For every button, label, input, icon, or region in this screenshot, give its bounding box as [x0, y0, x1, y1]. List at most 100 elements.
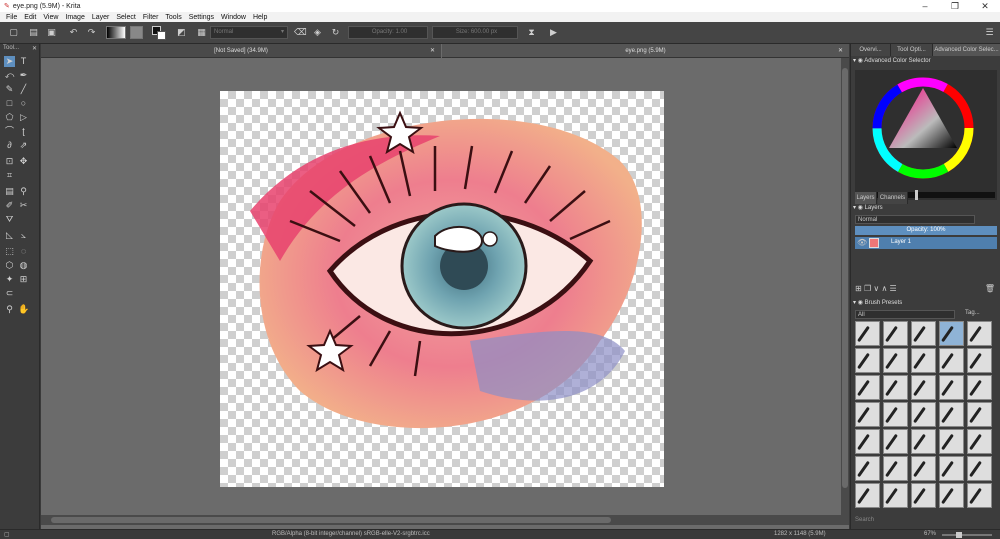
brush-tag-button[interactable]: Tag... — [965, 310, 980, 316]
brush-preset-tile[interactable] — [939, 321, 964, 346]
tab-not-saved[interactable]: [Not Saved] (34.9M) ✕ — [41, 44, 441, 58]
color-swatches[interactable] — [152, 26, 166, 40]
menu-image[interactable]: Image — [65, 14, 84, 21]
add-layer-icon[interactable]: ⊞ — [855, 284, 862, 293]
brush-filter-select[interactable]: All — [855, 310, 955, 319]
menu-file[interactable]: File — [6, 14, 17, 21]
select-shapes-tool-icon[interactable]: ➤ — [4, 56, 15, 67]
rectangle-tool-icon[interactable]: □ — [4, 98, 15, 109]
gradient-swatch[interactable] — [106, 26, 126, 39]
brush-preset-tile[interactable] — [855, 321, 880, 346]
fill-tool-icon[interactable]: ⛛ — [4, 214, 15, 225]
eye-icon[interactable]: 👁 — [857, 238, 867, 247]
brush-preset-tile[interactable] — [939, 402, 964, 427]
similar-selection-icon[interactable]: ⊞ — [18, 274, 29, 285]
menu-filter[interactable]: Filter — [143, 14, 159, 21]
new-document-icon[interactable]: ▢ — [8, 27, 19, 38]
brush-preset-tile[interactable] — [883, 348, 908, 373]
mirror-vertical-icon[interactable]: ▶ — [548, 27, 559, 38]
undo-icon[interactable]: ↶ — [68, 27, 79, 38]
move-down-icon[interactable]: ∨ — [873, 284, 879, 293]
brush-preset-tile[interactable] — [911, 456, 936, 481]
brush-preset-tile[interactable] — [911, 402, 936, 427]
contiguous-selection-icon[interactable]: ✦ — [4, 274, 15, 285]
save-icon[interactable]: ▣ — [46, 27, 57, 38]
blend-mode-select[interactable]: Normal ▾ — [210, 26, 288, 39]
smart-patch-tool-icon[interactable]: ✂ — [18, 200, 29, 211]
delete-layer-icon[interactable]: 🗑 — [985, 284, 995, 293]
freehand-brush-tool-icon[interactable]: ✎ — [4, 84, 15, 95]
menu-help[interactable]: Help — [253, 14, 267, 21]
layer-properties-icon[interactable]: ☰ — [890, 284, 897, 293]
layers-blend-select[interactable]: Normal — [855, 215, 975, 224]
horizontal-scrollbar[interactable] — [41, 515, 849, 525]
rectangular-selection-icon[interactable]: ⬚ — [4, 246, 15, 257]
bezier-selection-icon[interactable]: ⊂ — [4, 288, 15, 299]
ellipse-tool-icon[interactable]: ○ — [18, 98, 29, 109]
tab-advanced-color-selector[interactable]: Advanced Color Selec... — [933, 44, 1000, 56]
layers-opacity-slider[interactable]: Opacity: 100% — [855, 226, 997, 235]
menu-layer[interactable]: Layer — [92, 14, 110, 21]
color-selector-area[interactable] — [855, 70, 997, 200]
brush-preset-tile[interactable] — [967, 375, 992, 400]
zoom-tool-icon[interactable]: ⚲ — [4, 304, 15, 315]
gradient-tool-icon[interactable]: ▤ — [4, 186, 15, 197]
brush-preset-tile[interactable] — [855, 483, 880, 508]
pattern-swatch[interactable] — [130, 26, 143, 39]
transform-tool-icon[interactable]: ⊡ — [4, 156, 15, 167]
close-window-button[interactable]: ✕ — [970, 0, 1000, 12]
polygonal-selection-icon[interactable]: ⬡ — [4, 260, 15, 271]
brush-preset-tile[interactable] — [939, 429, 964, 454]
close-icon[interactable]: ✕ — [430, 44, 435, 58]
edit-shapes-tool-icon[interactable]: ⤺ — [4, 70, 15, 81]
brush-preset-tile[interactable] — [911, 429, 936, 454]
tab-overview[interactable]: Overvi... — [851, 44, 891, 56]
crop-tool-icon[interactable]: ⌗ — [4, 170, 15, 181]
eraser-mode-icon[interactable]: ⌫ — [294, 27, 307, 38]
brush-preset-tile[interactable] — [967, 483, 992, 508]
move-up-icon[interactable]: ∧ — [881, 284, 887, 293]
brush-preset-tile[interactable] — [911, 483, 936, 508]
vertical-scroll-thumb[interactable] — [842, 68, 848, 488]
brush-preset-tile[interactable] — [883, 456, 908, 481]
brush-preset-tile[interactable] — [855, 402, 880, 427]
measure-tool-icon[interactable]: ⦣ — [18, 230, 29, 241]
tab-eye-png[interactable]: eye.png (5.9M) ✕ — [442, 44, 849, 58]
close-icon[interactable]: ✕ — [838, 44, 843, 58]
menu-settings[interactable]: Settings — [189, 14, 214, 21]
grid-icon[interactable]: ▦ — [196, 27, 207, 38]
brush-preset-tile[interactable] — [911, 375, 936, 400]
color-picker-tool-icon[interactable]: ⚲ — [18, 186, 29, 197]
size-slider[interactable]: Size: 600.00 px — [432, 26, 518, 39]
zoom-level[interactable]: 67% — [924, 531, 936, 537]
brush-preset-tile[interactable] — [939, 456, 964, 481]
dynamic-brush-tool-icon[interactable]: ∂ — [4, 140, 15, 151]
brush-preset-tile[interactable] — [967, 402, 992, 427]
freehand-path-tool-icon[interactable]: ʈ — [18, 126, 29, 137]
move-tool-icon[interactable]: ✥ — [18, 156, 29, 167]
polygon-tool-icon[interactable]: ⬠ — [4, 112, 15, 123]
colorize-mask-tool-icon[interactable]: ✐ — [4, 200, 15, 211]
brush-preset-tile[interactable] — [883, 429, 908, 454]
zoom-slider[interactable] — [942, 532, 992, 538]
layer-row[interactable]: 👁 Layer 1 — [855, 237, 997, 249]
horizontal-scroll-thumb[interactable] — [51, 517, 611, 523]
open-document-icon[interactable]: ▤ — [28, 27, 39, 38]
alpha-lock-icon[interactable]: ◈ — [312, 27, 323, 38]
minimize-button[interactable]: – — [910, 0, 940, 12]
assistant-tool-icon[interactable]: ◺ — [4, 230, 15, 241]
zoom-slider-handle[interactable] — [956, 532, 962, 538]
menu-edit[interactable]: Edit — [24, 14, 36, 21]
polyline-tool-icon[interactable]: ▷ — [18, 112, 29, 123]
opacity-slider[interactable]: Opacity: 1.00 — [348, 26, 428, 39]
brush-preset-tile[interactable] — [939, 348, 964, 373]
brush-preset-tile[interactable] — [967, 456, 992, 481]
calligraphy-tool-icon[interactable]: ✒ — [18, 70, 29, 81]
brush-preset-tile[interactable] — [967, 321, 992, 346]
image-canvas[interactable] — [220, 91, 664, 487]
text-tool-icon[interactable]: T — [18, 56, 29, 67]
menu-tools[interactable]: Tools — [165, 14, 181, 21]
tab-channels[interactable]: Channels — [878, 192, 908, 204]
close-icon[interactable]: ✕ — [32, 45, 37, 52]
freehand-selection-icon[interactable]: ◍ — [18, 260, 29, 271]
